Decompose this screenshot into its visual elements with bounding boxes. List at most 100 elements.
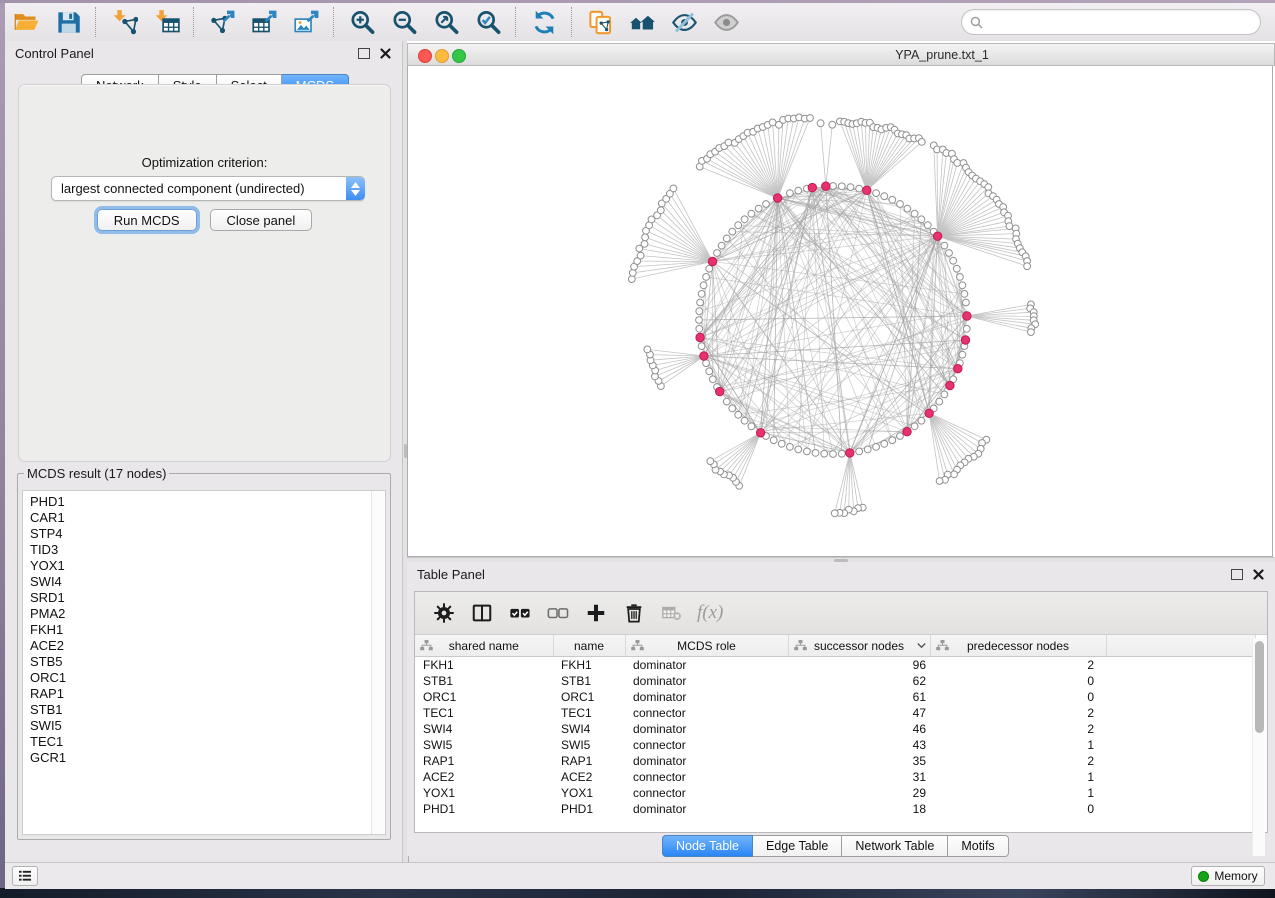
tab-motifs[interactable]: Motifs <box>948 835 1008 857</box>
zoom-fit-button[interactable] <box>426 6 466 38</box>
deselect-all-button[interactable] <box>539 596 577 630</box>
table-row[interactable]: ACE2ACE2connector311 <box>415 769 1255 785</box>
table-row[interactable]: STB1STB1dominator620 <box>415 673 1255 689</box>
search-box[interactable] <box>961 9 1261 35</box>
column-header-name[interactable]: name <box>553 635 625 657</box>
node-table-grid[interactable]: shared namenameMCDS rolesuccessor nodesp… <box>415 635 1267 832</box>
export-image-button[interactable] <box>286 6 326 38</box>
open-file-button[interactable] <box>6 6 46 38</box>
status-bar: Memory <box>5 862 1275 889</box>
maximize-window-icon[interactable] <box>452 49 466 63</box>
trash-icon <box>623 602 645 624</box>
control-panel: Control Panel NetworkStyleSelectMCDS Opt… <box>5 41 402 862</box>
export-network-button[interactable] <box>202 6 242 38</box>
network-graph[interactable] <box>408 66 1272 555</box>
mcds-result-item[interactable]: SRD1 <box>30 590 371 606</box>
zoom-in-button[interactable] <box>342 6 382 38</box>
column-header-MCDS-role[interactable]: MCDS role <box>625 635 788 657</box>
tab-edge-table[interactable]: Edge Table <box>753 835 842 857</box>
show-all-button[interactable] <box>706 6 746 38</box>
mcds-result-item[interactable]: CAR1 <box>30 510 371 526</box>
panel-menu-button[interactable] <box>12 866 38 886</box>
mcds-result-item[interactable]: ACE2 <box>30 638 371 654</box>
delete-column-button[interactable] <box>615 596 653 630</box>
mcds-result-item[interactable]: SWI5 <box>30 718 371 734</box>
close-panel-button[interactable]: Close panel <box>210 209 313 231</box>
mcds-result-item[interactable]: FKH1 <box>30 622 371 638</box>
columns-icon <box>471 602 493 624</box>
mcds-result-item[interactable]: SWI4 <box>30 574 371 590</box>
mcds-result-group: MCDS result (17 nodes) PHD1CAR1STP4TID3Y… <box>17 466 391 840</box>
mcds-result-item[interactable]: TID3 <box>30 542 371 558</box>
refresh-layout-button[interactable] <box>524 6 564 38</box>
mcds-result-item[interactable]: STB5 <box>30 654 371 670</box>
show-columns-button[interactable] <box>463 596 501 630</box>
gear-icon <box>433 602 455 624</box>
table-row[interactable]: PHD1PHD1dominator180 <box>415 801 1255 817</box>
tab-node-table[interactable]: Node Table <box>662 835 753 857</box>
import-table-icon <box>153 9 180 36</box>
mcds-result-title: MCDS result (17 nodes) <box>24 466 169 481</box>
network-view-panel: YPA_prune.txt_1 <box>407 41 1275 557</box>
zoom-fit-icon <box>433 9 460 36</box>
add-column-button[interactable] <box>577 596 615 630</box>
network-canvas[interactable] <box>407 66 1273 557</box>
column-header-shared-name[interactable]: shared name <box>415 635 553 657</box>
mcds-result-list[interactable]: PHD1CAR1STP4TID3YOX1SWI4SRD1PMA2FKH1ACE2… <box>23 491 371 834</box>
plus-icon <box>585 602 607 624</box>
float-panel-icon[interactable] <box>357 47 370 60</box>
check-all-icon <box>509 602 531 624</box>
column-header-predecessor-nodes[interactable]: predecessor nodes <box>930 635 1106 657</box>
network-window-titlebar[interactable]: YPA_prune.txt_1 <box>407 43 1275 66</box>
mcds-result-item[interactable]: STP4 <box>30 526 371 542</box>
mcds-result-item[interactable]: TEC1 <box>30 734 371 750</box>
close-panel-icon[interactable] <box>379 47 392 60</box>
search-input[interactable] <box>988 14 1252 30</box>
table-row[interactable]: FKH1FKH1dominator962 <box>415 657 1255 674</box>
mcds-result-item[interactable]: ORC1 <box>30 670 371 686</box>
table-panel-title: Table Panel <box>417 567 1221 582</box>
zoom-out-icon <box>391 9 418 36</box>
select-all-button[interactable] <box>501 596 539 630</box>
tab-network-table[interactable]: Network Table <box>842 835 948 857</box>
column-header-successor-nodes[interactable]: successor nodes <box>788 635 930 657</box>
hide-selected-button[interactable] <box>664 6 704 38</box>
table-row[interactable]: RAP1RAP1dominator352 <box>415 753 1255 769</box>
table-scrollbar-thumb[interactable] <box>1255 641 1264 733</box>
mcds-result-item[interactable]: STB1 <box>30 702 371 718</box>
mcds-tab-content: Optimization criterion: largest connecte… <box>18 84 391 462</box>
float-table-panel-icon[interactable] <box>1230 568 1243 581</box>
criterion-selected-value: largest connected component (undirected) <box>52 181 346 196</box>
minimize-window-icon[interactable] <box>435 49 449 63</box>
mcds-result-item[interactable]: GCR1 <box>30 750 371 766</box>
first-neighbors-button[interactable] <box>622 6 662 38</box>
table-scrollbar[interactable] <box>1252 638 1265 856</box>
save-session-button[interactable] <box>48 6 88 38</box>
table-row[interactable]: YOX1YOX1connector291 <box>415 785 1255 801</box>
import-table-button[interactable] <box>146 6 186 38</box>
run-mcds-button[interactable]: Run MCDS <box>97 209 197 231</box>
optimization-criterion-select[interactable]: largest connected component (undirected) <box>51 176 365 201</box>
zoom-selected-button[interactable] <box>468 6 508 38</box>
export-table-button[interactable] <box>244 6 284 38</box>
toolbar-separator <box>193 7 195 37</box>
table-row[interactable]: SWI5SWI5connector431 <box>415 737 1255 753</box>
table-row[interactable]: ORC1ORC1dominator610 <box>415 689 1255 705</box>
result-list-scrollbar[interactable] <box>371 491 385 834</box>
close-window-icon[interactable] <box>418 49 432 63</box>
mcds-result-item[interactable]: PMA2 <box>30 606 371 622</box>
close-table-panel-icon[interactable] <box>1252 568 1265 581</box>
uncheck-all-icon <box>547 602 569 624</box>
table-toolbar: f(x) <box>415 592 1267 635</box>
mcds-result-item[interactable]: PHD1 <box>30 494 371 510</box>
import-network-button[interactable] <box>104 6 144 38</box>
main-toolbar <box>5 3 1275 42</box>
zoom-out-button[interactable] <box>384 6 424 38</box>
table-settings-button[interactable] <box>425 596 463 630</box>
table-row[interactable]: TEC1TEC1connector472 <box>415 705 1255 721</box>
duplicate-network-button[interactable] <box>580 6 620 38</box>
table-row[interactable]: SWI4SWI4dominator462 <box>415 721 1255 737</box>
memory-button[interactable]: Memory <box>1191 866 1265 886</box>
mcds-result-item[interactable]: RAP1 <box>30 686 371 702</box>
mcds-result-item[interactable]: YOX1 <box>30 558 371 574</box>
